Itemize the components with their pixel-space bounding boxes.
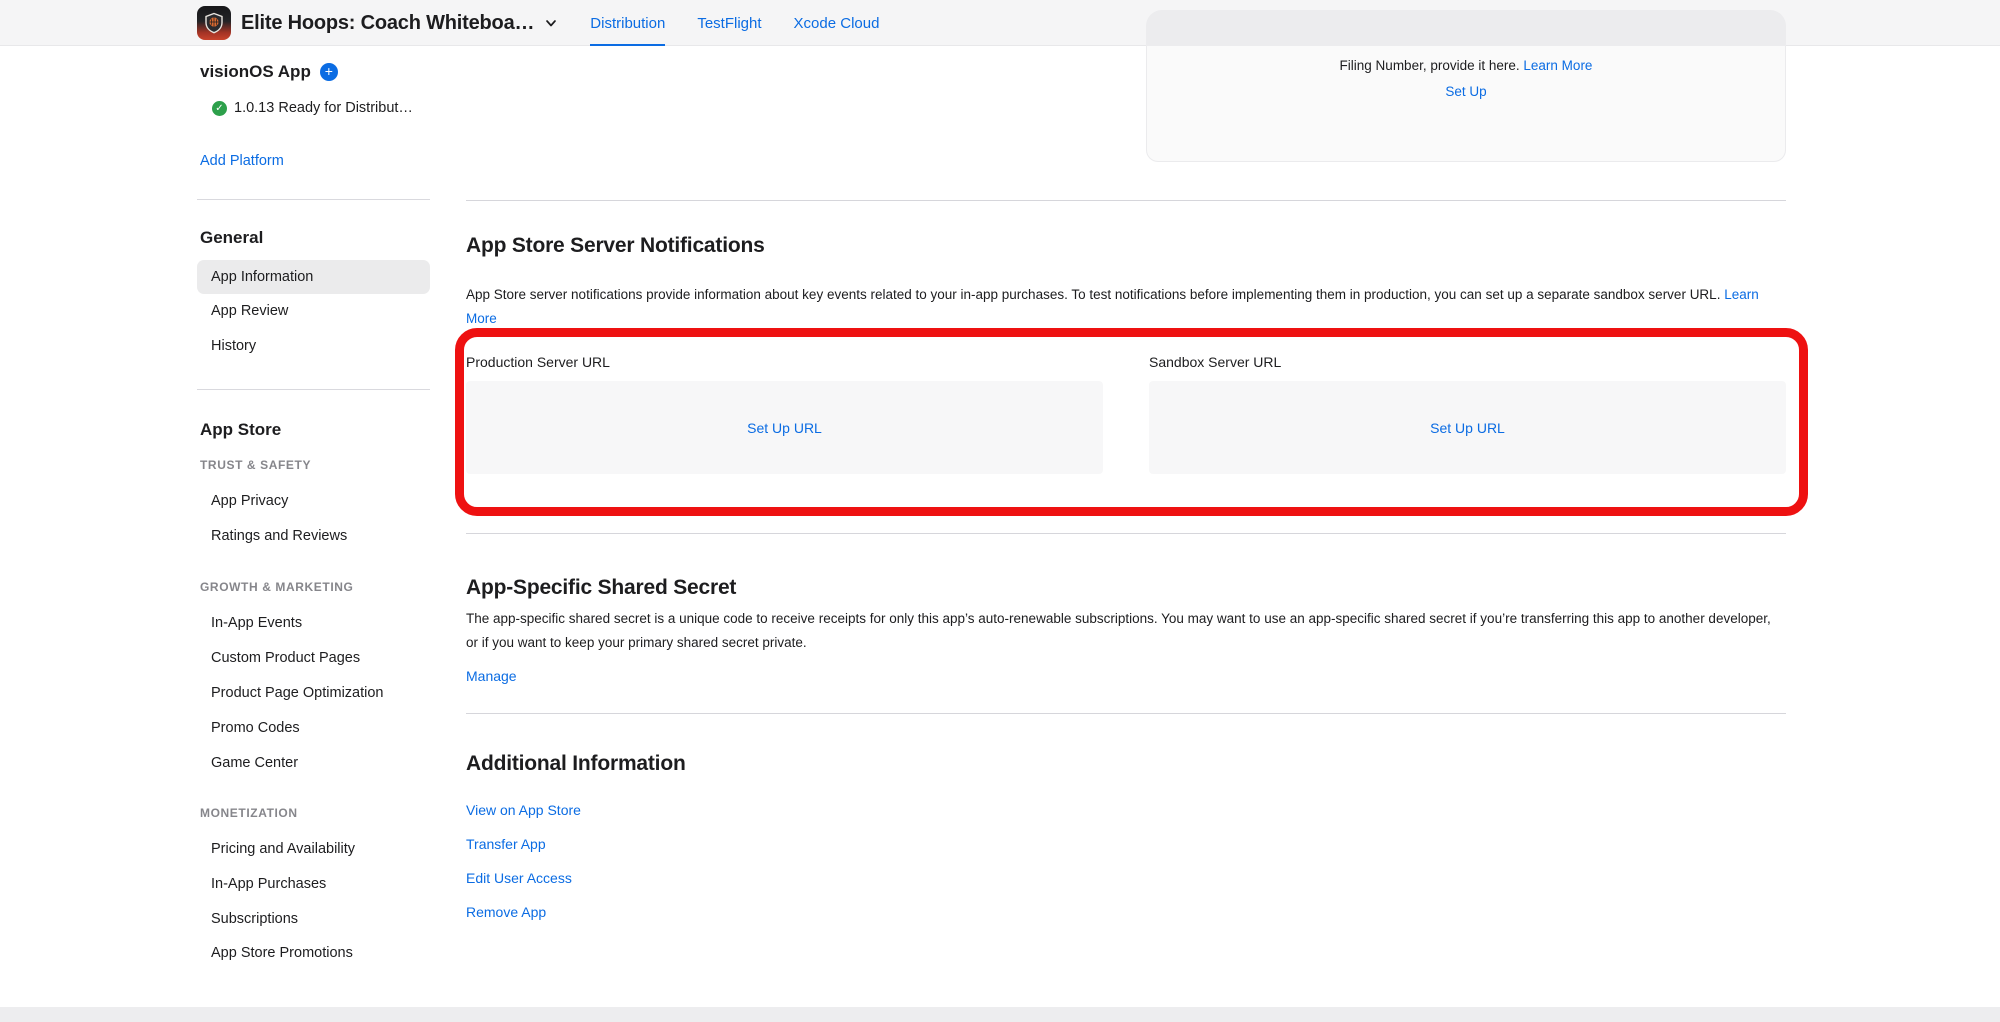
version-row[interactable]: ✓ 1.0.13 Ready for Distribut… bbox=[197, 100, 430, 116]
additional-information-title: Additional Information bbox=[466, 752, 1786, 776]
server-notifications-description-text: App Store server notifications provide i… bbox=[466, 287, 1720, 302]
tab-distribution[interactable]: Distribution bbox=[590, 0, 665, 46]
filing-learn-more-link[interactable]: Learn More bbox=[1523, 58, 1592, 73]
chevron-down-icon[interactable] bbox=[544, 16, 558, 30]
footer-strip bbox=[0, 1007, 2000, 1022]
filing-card-message: Filing Number, provide it here. bbox=[1340, 58, 1520, 73]
version-status: 1.0.13 Ready for Distribut… bbox=[234, 100, 413, 116]
remove-app-link[interactable]: Remove App bbox=[466, 904, 581, 921]
sidebar-item-in-app-purchases[interactable]: In-App Purchases bbox=[197, 867, 430, 901]
production-url-panel: Set Up URL bbox=[466, 381, 1103, 474]
filing-number-card: Filing Number, provide it here. Learn Mo… bbox=[1146, 46, 1786, 162]
app-icon bbox=[197, 6, 231, 40]
add-platform-link[interactable]: Add Platform bbox=[197, 153, 430, 169]
sidebar-item-app-privacy[interactable]: App Privacy bbox=[197, 484, 430, 518]
sidebar-item-app-store-promotions[interactable]: App Store Promotions bbox=[197, 936, 430, 970]
sidebar-item-custom-product-pages[interactable]: Custom Product Pages bbox=[197, 641, 430, 675]
manage-link[interactable]: Manage bbox=[466, 668, 517, 684]
production-url-column: Production Server URL Set Up URL bbox=[466, 354, 1103, 474]
header-content: Elite Hoops: Coach Whiteboa… Distributio… bbox=[197, 0, 879, 46]
sidebar-item-ratings-reviews[interactable]: Ratings and Reviews bbox=[197, 519, 430, 553]
set-up-production-url-link[interactable]: Set Up URL bbox=[747, 420, 822, 436]
edit-user-access-link[interactable]: Edit User Access bbox=[466, 870, 581, 887]
sandbox-url-panel: Set Up URL bbox=[1149, 381, 1786, 474]
sidebar-item-pricing-availability[interactable]: Pricing and Availability bbox=[197, 832, 430, 866]
sidebar-item-app-information[interactable]: App Information bbox=[197, 260, 430, 294]
main-tabs: Distribution TestFlight Xcode Cloud bbox=[590, 0, 879, 46]
section-divider bbox=[466, 200, 1786, 201]
sandbox-server-url-label: Sandbox Server URL bbox=[1149, 354, 1786, 370]
app-store-connect-page: Elite Hoops: Coach Whiteboa… Distributio… bbox=[0, 0, 2000, 1022]
view-on-app-store-link[interactable]: View on App Store bbox=[466, 802, 581, 819]
transfer-app-link[interactable]: Transfer App bbox=[466, 836, 581, 853]
platform-header: visionOS App + bbox=[197, 62, 430, 82]
server-notifications-description: App Store server notifications provide i… bbox=[466, 283, 1786, 330]
group-label-growth-marketing: GROWTH & MARKETING bbox=[197, 580, 430, 594]
shared-secret-description: The app-specific shared secret is a uniq… bbox=[466, 607, 1786, 654]
ready-checkmark-icon: ✓ bbox=[212, 101, 227, 116]
tab-xcode-cloud[interactable]: Xcode Cloud bbox=[794, 0, 880, 46]
group-label-trust-safety: TRUST & SAFETY bbox=[197, 458, 430, 472]
sidebar-item-product-page-optimization[interactable]: Product Page Optimization bbox=[197, 676, 430, 710]
sidebar-item-app-review[interactable]: App Review bbox=[197, 294, 430, 328]
production-server-url-label: Production Server URL bbox=[466, 354, 1103, 370]
tab-testflight[interactable]: TestFlight bbox=[697, 0, 761, 46]
section-divider bbox=[466, 533, 1786, 534]
add-platform-plus-icon[interactable]: + bbox=[320, 63, 338, 81]
filing-set-up-link[interactable]: Set Up bbox=[1445, 84, 1486, 99]
server-url-grid: Production Server URL Set Up URL Sandbox… bbox=[466, 354, 1786, 474]
app-store-section-title: App Store bbox=[197, 420, 430, 440]
additional-links: View on App Store Transfer App Edit User… bbox=[466, 802, 581, 921]
general-section-title: General bbox=[197, 228, 430, 248]
sidebar-item-game-center[interactable]: Game Center bbox=[197, 746, 430, 780]
section-divider bbox=[466, 713, 1786, 714]
sidebar-item-subscriptions[interactable]: Subscriptions bbox=[197, 902, 430, 936]
shield-basketball-icon bbox=[202, 11, 226, 35]
set-up-sandbox-url-link[interactable]: Set Up URL bbox=[1430, 420, 1505, 436]
group-label-monetization: MONETIZATION bbox=[197, 806, 430, 820]
filing-card-text: Filing Number, provide it here. Learn Mo… bbox=[1147, 58, 1785, 73]
sandbox-url-column: Sandbox Server URL Set Up URL bbox=[1149, 354, 1786, 474]
sidebar-divider bbox=[197, 199, 430, 200]
sidebar: visionOS App + ✓ 1.0.13 Ready for Distri… bbox=[197, 46, 430, 1006]
top-header: Elite Hoops: Coach Whiteboa… Distributio… bbox=[0, 0, 2000, 46]
sidebar-item-promo-codes[interactable]: Promo Codes bbox=[197, 711, 430, 745]
app-title[interactable]: Elite Hoops: Coach Whiteboa… bbox=[241, 12, 534, 35]
shared-secret-title: App-Specific Shared Secret bbox=[466, 576, 1786, 600]
sidebar-divider bbox=[197, 389, 430, 390]
main-content: App Store Server Notifications App Store… bbox=[466, 46, 1786, 1007]
sidebar-item-in-app-events[interactable]: In-App Events bbox=[197, 606, 430, 640]
scrolled-card-shadow bbox=[1146, 10, 1786, 46]
sidebar-item-history[interactable]: History bbox=[197, 329, 430, 363]
server-notifications-title: App Store Server Notifications bbox=[466, 234, 1786, 258]
platform-title: visionOS App bbox=[197, 62, 311, 82]
